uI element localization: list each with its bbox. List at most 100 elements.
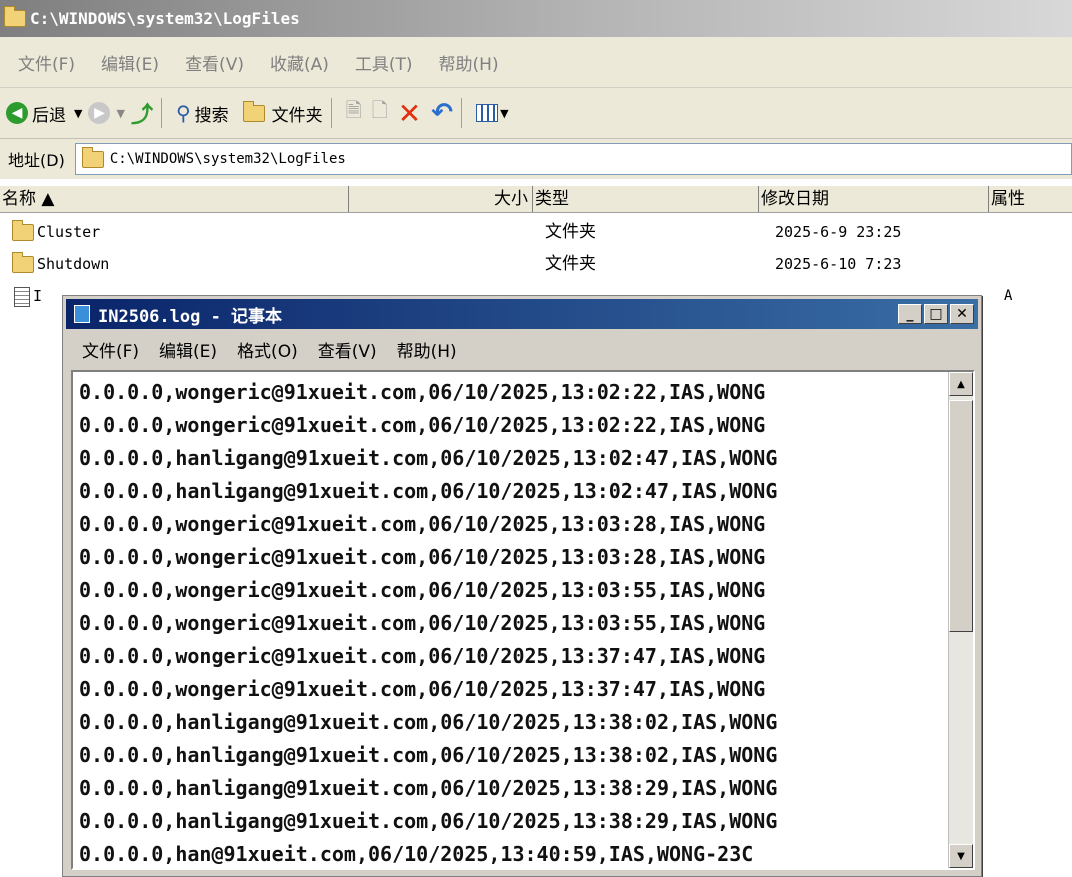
menu-view[interactable]: 查看(V)	[185, 50, 244, 75]
maximize-button[interactable]: □	[924, 304, 948, 324]
log-line: 0.0.0.0,hanligang@91xueit.com,06/10/2025…	[79, 479, 778, 503]
views-dropdown-icon: ▼	[500, 106, 509, 120]
notepad-menu-format[interactable]: 格式(O)	[237, 337, 298, 362]
folder-icon	[12, 252, 34, 273]
file-name-cell: I	[14, 280, 42, 312]
file-modified: 2025-6-10 7:23	[775, 255, 902, 273]
log-line: 0.0.0.0,wongeric@91xueit.com,06/10/2025,…	[79, 578, 766, 602]
notepad-menu-view[interactable]: 查看(V)	[318, 337, 377, 362]
undo-button[interactable]: ↶	[431, 98, 453, 128]
close-icon: ✕	[956, 306, 968, 322]
menu-file[interactable]: 文件(F)	[18, 50, 75, 75]
file-row[interactable]: Shutdown 文件夹 2025-6-10 7:23	[0, 248, 1072, 280]
column-header-type[interactable]: 类型	[533, 186, 759, 212]
notepad-title: IN2506.log - 记事本	[98, 306, 283, 327]
explorer-menu-bar: 文件(F) 编辑(E) 查看(V) 收藏(A) 工具(T) 帮助(H)	[0, 37, 1072, 88]
window-title: C:\WINDOWS\system32\LogFiles	[30, 9, 300, 28]
file-name-cell: Cluster	[12, 216, 100, 248]
file-type: 文件夹	[545, 254, 596, 274]
move-to-button[interactable]: 🗎	[346, 96, 362, 130]
log-line: 0.0.0.0,hanligang@91xueit.com,06/10/2025…	[79, 710, 778, 734]
column-header-modified[interactable]: 修改日期	[759, 186, 989, 212]
views-icon	[476, 104, 499, 122]
toolbar-separator	[461, 98, 463, 128]
file-name: Shutdown	[37, 255, 110, 273]
copy-to-icon: 🗋	[371, 98, 388, 122]
scroll-up-button[interactable]: ▲	[949, 372, 973, 396]
maximize-icon: □	[929, 306, 943, 322]
menu-help[interactable]: 帮助(H)	[439, 50, 499, 75]
file-row[interactable]: Cluster 文件夹 2025-6-9 23:25	[0, 216, 1072, 248]
vertical-scrollbar[interactable]: ▲ ▼	[948, 372, 973, 868]
copy-to-button[interactable]: 🗋	[372, 96, 388, 130]
folder-icon	[81, 146, 104, 168]
close-button[interactable]: ✕	[950, 304, 974, 324]
menu-tools[interactable]: 工具(T)	[355, 50, 413, 75]
file-name-cell: Shutdown	[12, 248, 109, 280]
views-button[interactable]: ▼	[476, 104, 509, 122]
scroll-up-icon: ▲	[957, 378, 965, 390]
minimize-button[interactable]: _	[898, 304, 922, 324]
log-line: 0.0.0.0,wongeric@91xueit.com,06/10/2025,…	[79, 611, 766, 635]
back-button[interactable]: ◀ 后退 ▼	[6, 101, 82, 126]
folders-label: 文件夹	[271, 105, 323, 126]
toolbar-separator	[330, 98, 332, 128]
notepad-menu-bar: 文件(F) 编辑(E) 格式(O) 查看(V) 帮助(H)	[66, 332, 978, 366]
folder-icon	[4, 6, 26, 27]
log-line: 0.0.0.0,wongeric@91xueit.com,06/10/2025,…	[79, 380, 766, 404]
address-label: 地址(D)	[8, 151, 65, 170]
log-line: 0.0.0.0,wongeric@91xueit.com,06/10/2025,…	[79, 644, 766, 668]
address-bar: 地址(D) C:\WINDOWS\system32\LogFiles	[0, 139, 1072, 179]
log-line: 0.0.0.0,han@91xueit.com,06/10/2025,13:40…	[79, 842, 754, 866]
forward-button[interactable]: ▶ ▼	[88, 102, 125, 124]
notepad-app-icon	[74, 305, 90, 323]
menu-edit[interactable]: 编辑(E)	[101, 50, 159, 75]
log-line: 0.0.0.0,wongeric@91xueit.com,06/10/2025,…	[79, 512, 766, 536]
log-line: 0.0.0.0,wongeric@91xueit.com,06/10/2025,…	[79, 413, 766, 437]
delete-button[interactable]: ✕	[398, 97, 421, 130]
explorer-toolbar: ◀ 后退 ▼ ▶ ▼ ⤴ ⚲ 搜索 文件夹 🗎 🗋 ✕ ↶ ▼	[0, 88, 1072, 139]
notepad-text-area[interactable]: 0.0.0.0,wongeric@91xueit.com,06/10/2025,…	[71, 370, 975, 870]
search-button[interactable]: ⚲ 搜索	[176, 101, 229, 126]
file-name: Cluster	[37, 223, 101, 241]
log-line: 0.0.0.0,hanligang@91xueit.com,06/10/2025…	[79, 776, 778, 800]
up-button[interactable]: ⤴	[131, 97, 153, 129]
address-value: C:\WINDOWS\system32\LogFiles	[109, 151, 346, 167]
menu-favorites[interactable]: 收藏(A)	[270, 50, 329, 75]
log-line: 0.0.0.0,wongeric@91xueit.com,06/10/2025,…	[79, 677, 766, 701]
toolbar-separator	[160, 98, 162, 128]
move-to-icon: 🗎	[345, 98, 362, 122]
search-label: 搜索	[194, 105, 229, 126]
scroll-thumb[interactable]	[949, 400, 973, 632]
folders-button[interactable]: 文件夹	[242, 100, 323, 126]
log-line: 0.0.0.0,hanligang@91xueit.com,06/10/2025…	[79, 446, 778, 470]
column-header-name[interactable]: 名称 ▲	[0, 186, 349, 212]
log-line: 0.0.0.0,hanligang@91xueit.com,06/10/2025…	[79, 809, 778, 833]
notepad-file-icon	[14, 286, 30, 307]
notepad-menu-help[interactable]: 帮助(H)	[397, 337, 457, 362]
file-name: I	[33, 287, 43, 305]
folder-icon	[12, 220, 34, 241]
explorer-title-bar[interactable]: C:\WINDOWS\system32\LogFiles	[0, 0, 1072, 37]
notepad-window: IN2506.log - 记事本 _ □ ✕ 文件(F) 编辑(E) 格式(O)…	[62, 295, 982, 877]
file-attributes: A	[1004, 288, 1013, 304]
column-header-size[interactable]: 大小	[349, 186, 533, 212]
column-header-attributes[interactable]: 属性	[989, 186, 1072, 212]
notepad-menu-file[interactable]: 文件(F)	[82, 337, 139, 362]
scroll-down-button[interactable]: ▼	[949, 844, 973, 868]
column-headers: 名称 ▲ 大小 类型 修改日期 属性	[0, 186, 1072, 213]
folders-icon	[242, 100, 265, 122]
notepad-title-bar[interactable]: IN2506.log - 记事本 _ □ ✕	[66, 299, 978, 329]
back-dropdown-icon[interactable]: ▼	[74, 107, 82, 120]
minimize-icon: _	[906, 306, 914, 322]
notepad-menu-edit[interactable]: 编辑(E)	[159, 337, 217, 362]
delete-icon: ✕	[397, 96, 422, 130]
address-field[interactable]: C:\WINDOWS\system32\LogFiles	[74, 143, 1072, 175]
forward-dropdown-icon[interactable]: ▼	[116, 107, 124, 120]
file-modified: 2025-6-9 23:25	[775, 223, 902, 241]
forward-arrow-icon: ▶	[88, 102, 111, 124]
search-icon: ⚲	[175, 101, 191, 125]
scroll-down-icon: ▼	[957, 850, 965, 862]
file-type: 文件夹	[545, 222, 596, 242]
log-line: 0.0.0.0,hanligang@91xueit.com,06/10/2025…	[79, 743, 778, 767]
